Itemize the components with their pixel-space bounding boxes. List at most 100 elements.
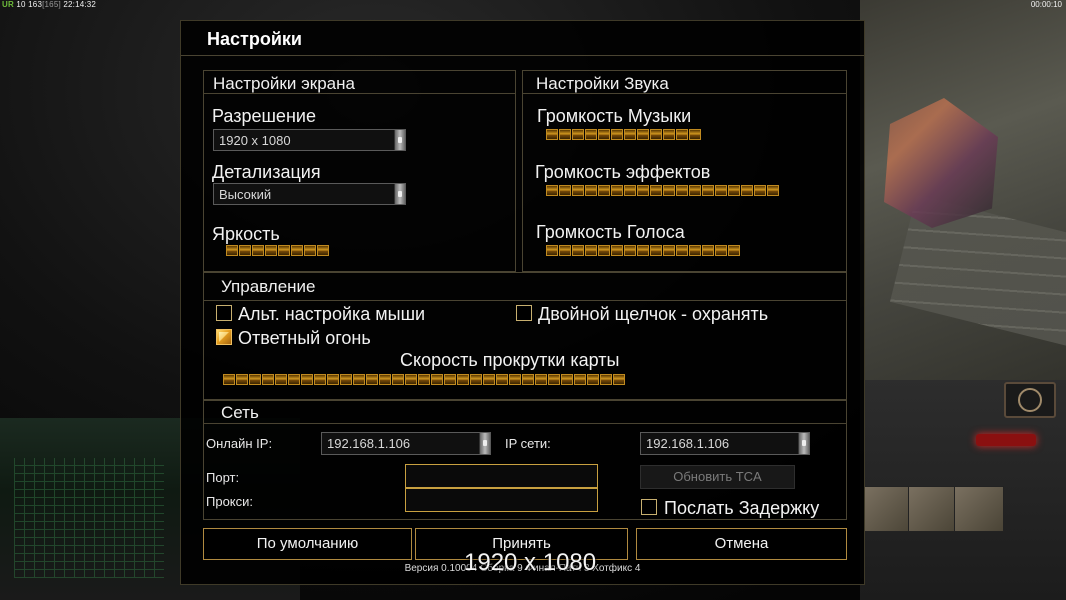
brightness-slider[interactable] [226, 245, 330, 257]
slider-segment[interactable] [535, 374, 547, 385]
slider-segment[interactable] [598, 185, 610, 196]
slider-segment[interactable] [509, 374, 521, 385]
slider-segment[interactable] [572, 129, 584, 140]
slider-segment[interactable] [340, 374, 352, 385]
dropdown-scroll-icon[interactable] [798, 433, 809, 454]
slider-segment[interactable] [470, 374, 482, 385]
send-delay-label[interactable]: Послать Задержку [664, 498, 819, 519]
slider-segment[interactable] [379, 374, 391, 385]
slider-segment[interactable] [405, 374, 417, 385]
lan-ip-dropdown[interactable]: 192.168.1.106 [640, 432, 810, 455]
alt-mouse-label[interactable]: Альт. настройка мыши [238, 304, 425, 325]
slider-segment[interactable] [637, 129, 649, 140]
slider-segment[interactable] [767, 185, 779, 196]
slider-segment[interactable] [572, 185, 584, 196]
slider-segment[interactable] [559, 129, 571, 140]
slider-segment[interactable] [611, 245, 623, 256]
double-click-guard-checkbox[interactable] [516, 305, 532, 321]
slider-segment[interactable] [548, 374, 560, 385]
slider-segment[interactable] [353, 374, 365, 385]
scroll-speed-slider[interactable] [223, 374, 626, 386]
dropdown-scroll-icon[interactable] [394, 184, 405, 204]
proxy-input[interactable] [405, 488, 598, 512]
slider-segment[interactable] [574, 374, 586, 385]
slider-segment[interactable] [585, 185, 597, 196]
slider-segment[interactable] [663, 185, 675, 196]
slider-segment[interactable] [275, 374, 287, 385]
slider-segment[interactable] [546, 129, 558, 140]
slider-segment[interactable] [496, 374, 508, 385]
slider-segment[interactable] [611, 129, 623, 140]
slider-segment[interactable] [689, 185, 701, 196]
cancel-button[interactable]: Отмена [636, 528, 847, 560]
slider-segment[interactable] [689, 245, 701, 256]
slider-segment[interactable] [637, 245, 649, 256]
slider-segment[interactable] [522, 374, 534, 385]
slider-segment[interactable] [676, 245, 688, 256]
slider-segment[interactable] [546, 245, 558, 256]
slider-segment[interactable] [702, 185, 714, 196]
slider-segment[interactable] [418, 374, 430, 385]
slider-segment[interactable] [252, 245, 264, 256]
slider-segment[interactable] [366, 374, 378, 385]
slider-segment[interactable] [650, 185, 662, 196]
slider-segment[interactable] [444, 374, 456, 385]
slider-segment[interactable] [431, 374, 443, 385]
slider-segment[interactable] [265, 245, 277, 256]
slider-segment[interactable] [559, 245, 571, 256]
slider-segment[interactable] [728, 245, 740, 256]
slider-segment[interactable] [226, 245, 238, 256]
slider-segment[interactable] [624, 129, 636, 140]
retaliation-label[interactable]: Ответный огонь [238, 328, 371, 349]
slider-segment[interactable] [239, 245, 251, 256]
slider-segment[interactable] [650, 245, 662, 256]
slider-segment[interactable] [304, 245, 316, 256]
effects-volume-slider[interactable] [546, 185, 780, 197]
slider-segment[interactable] [301, 374, 313, 385]
slider-segment[interactable] [715, 185, 727, 196]
slider-segment[interactable] [585, 245, 597, 256]
retaliation-checkbox[interactable] [216, 329, 232, 345]
slider-segment[interactable] [327, 374, 339, 385]
alt-mouse-checkbox[interactable] [216, 305, 232, 321]
dropdown-scroll-icon[interactable] [394, 130, 405, 150]
slider-segment[interactable] [236, 374, 248, 385]
music-volume-slider[interactable] [546, 129, 702, 141]
slider-segment[interactable] [741, 185, 753, 196]
online-ip-dropdown[interactable]: 192.168.1.106 [321, 432, 491, 455]
slider-segment[interactable] [559, 185, 571, 196]
slider-segment[interactable] [676, 185, 688, 196]
send-delay-checkbox[interactable] [641, 499, 657, 515]
slider-segment[interactable] [702, 245, 714, 256]
slider-segment[interactable] [457, 374, 469, 385]
slider-segment[interactable] [754, 185, 766, 196]
slider-segment[interactable] [278, 245, 290, 256]
slider-segment[interactable] [624, 245, 636, 256]
slider-segment[interactable] [249, 374, 261, 385]
slider-segment[interactable] [689, 129, 701, 140]
update-tca-button[interactable]: Обновить TCA [640, 465, 795, 489]
slider-segment[interactable] [598, 129, 610, 140]
double-click-guard-label[interactable]: Двойной щелчок - охранять [538, 304, 768, 325]
port-input[interactable] [405, 464, 598, 488]
slider-segment[interactable] [715, 245, 727, 256]
slider-segment[interactable] [600, 374, 612, 385]
detail-dropdown[interactable]: Высокий [213, 183, 406, 205]
voice-volume-slider[interactable] [546, 245, 741, 257]
slider-segment[interactable] [728, 185, 740, 196]
slider-segment[interactable] [572, 245, 584, 256]
slider-segment[interactable] [650, 129, 662, 140]
slider-segment[interactable] [587, 374, 599, 385]
slider-segment[interactable] [611, 185, 623, 196]
slider-segment[interactable] [291, 245, 303, 256]
slider-segment[interactable] [483, 374, 495, 385]
slider-segment[interactable] [637, 185, 649, 196]
slider-segment[interactable] [392, 374, 404, 385]
slider-segment[interactable] [613, 374, 625, 385]
slider-segment[interactable] [624, 185, 636, 196]
slider-segment[interactable] [314, 374, 326, 385]
slider-segment[interactable] [546, 185, 558, 196]
slider-segment[interactable] [598, 245, 610, 256]
dropdown-scroll-icon[interactable] [479, 433, 490, 454]
slider-segment[interactable] [663, 245, 675, 256]
